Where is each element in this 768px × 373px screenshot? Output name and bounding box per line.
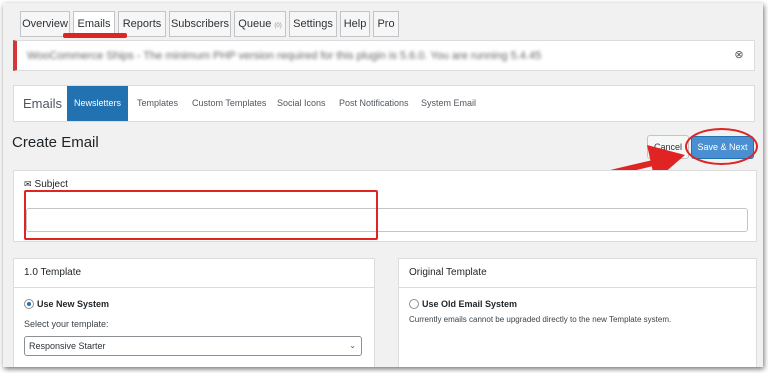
emails-subnav: Emails Newsletters Templates Custom Temp… — [13, 85, 755, 122]
tab-label: Help — [343, 18, 367, 30]
subnav-item-system-email[interactable]: System Email — [421, 86, 476, 121]
tab-help[interactable]: Help — [340, 11, 370, 37]
tab-subscribers[interactable]: Subscribers — [169, 11, 231, 37]
tab-label: Settings — [293, 18, 333, 30]
radio-button[interactable] — [409, 299, 419, 309]
template-select[interactable]: Responsive Starter ⌄ — [24, 336, 362, 356]
subject-label: Subject — [34, 179, 68, 190]
chevron-down-icon: ⌄ — [349, 341, 356, 350]
select-value: Responsive Starter — [29, 341, 106, 351]
tab-label: Emails — [77, 18, 111, 30]
tab-label: Queue — [238, 18, 272, 30]
subnav-title: Emails — [23, 96, 63, 111]
panel-heading: 1.0 Template — [14, 259, 374, 288]
subnav-label: Custom Templates — [192, 98, 267, 108]
annotation-underline — [63, 33, 127, 38]
subnav-item-newsletters[interactable]: Newsletters — [67, 86, 128, 121]
notice-text: WooCommerce Ships - The minimum PHP vers… — [27, 50, 542, 62]
subnav-item-social-icons[interactable]: Social Icons — [277, 86, 326, 121]
page-title: Create Email — [12, 134, 99, 151]
panel-heading: Original Template — [399, 259, 756, 288]
subnav-item-post-notifications[interactable]: Post Notifications — [339, 86, 409, 121]
radio-button[interactable] — [24, 299, 34, 309]
radio-label: Use New System — [37, 299, 110, 309]
subnav-label: Social Icons — [277, 98, 326, 108]
subnav-label: Newsletters — [73, 98, 121, 108]
subnav-item-custom-templates[interactable]: Custom Templates — [192, 86, 266, 121]
tab-label: Overview — [22, 18, 68, 30]
original-template-panel: Original Template Use Old Email System C… — [398, 258, 757, 367]
subnav-label: System Email — [421, 98, 477, 108]
annotation-box — [24, 190, 378, 240]
subnav-label: Templates — [137, 98, 179, 108]
radio-label: Use Old Email System — [422, 299, 518, 309]
tab-pro[interactable]: Pro — [373, 11, 399, 37]
app-window: Overview Emails Reports Subscribers Queu… — [3, 3, 763, 367]
tab-label: Subscribers — [170, 18, 230, 30]
tab-settings[interactable]: Settings — [289, 11, 337, 37]
tab-label: Reports — [122, 18, 162, 30]
annotation-circle — [685, 128, 758, 165]
new-system-option[interactable]: Use New System — [24, 299, 109, 309]
subject-heading: ✉ Subject — [24, 179, 68, 190]
dismiss-icon[interactable]: ⊗ — [731, 47, 747, 63]
select-label: Select your template: — [24, 319, 109, 329]
queue-count: (0) — [274, 23, 282, 29]
envelope-icon: ✉ — [24, 179, 32, 189]
upgrade-note: Currently emails cannot be upgraded dire… — [409, 315, 672, 324]
subnav-label: Post Notifications — [339, 98, 409, 108]
error-notice: WooCommerce Ships - The minimum PHP vers… — [13, 40, 755, 71]
tab-label: Pro — [377, 18, 395, 30]
tab-queue[interactable]: Queue (0) — [234, 11, 286, 37]
subnav-item-templates[interactable]: Templates — [137, 86, 178, 121]
old-system-option[interactable]: Use Old Email System — [409, 299, 517, 309]
new-template-panel: 1.0 Template Use New System Select your … — [13, 258, 375, 367]
